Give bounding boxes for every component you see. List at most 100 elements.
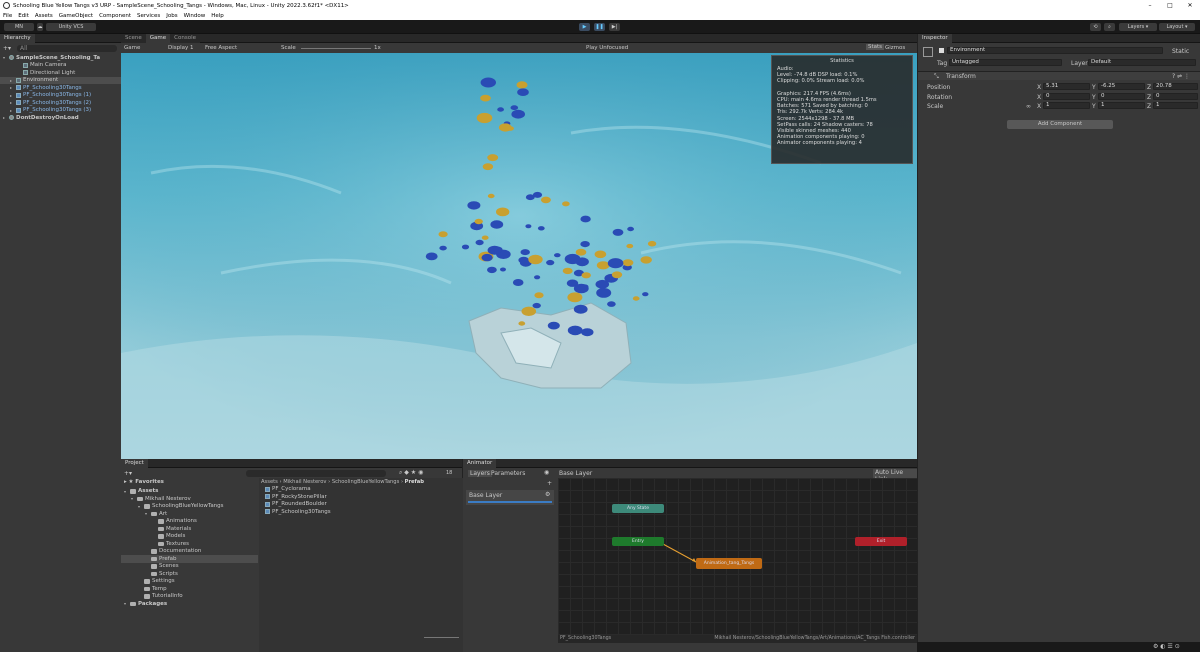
rotation-x-field[interactable]: 0 <box>1043 93 1090 100</box>
menu-edit[interactable]: Edit <box>18 13 29 19</box>
static-toggle[interactable]: Static <box>1172 48 1189 55</box>
object-name-field[interactable]: Environment <box>947 47 1163 54</box>
position-x-field[interactable]: 5.31 <box>1043 83 1090 90</box>
transform-header[interactable]: ⤡ Transform ? ⇌ ⋮ <box>918 71 1200 80</box>
gizmos-dropdown[interactable]: Gizmos <box>885 45 905 51</box>
tab-hierarchy[interactable]: Hierarchy <box>0 33 35 43</box>
add-layer-icon[interactable]: + <box>547 480 552 487</box>
filter-icons[interactable]: ⌕ ◆ ★ ◉ <box>399 469 423 477</box>
close-button[interactable]: ✕ <box>1180 2 1200 9</box>
link-scale-icon[interactable]: ∞ <box>1026 103 1031 110</box>
pause-button[interactable]: ❚❚ <box>594 23 605 31</box>
scale-slider[interactable] <box>301 47 371 49</box>
status-icons[interactable]: ⚙ ◐ ☰ ⊙ <box>1153 643 1180 650</box>
add-component-button[interactable]: Add Component <box>1007 120 1113 129</box>
position-z-field[interactable]: 20.78 <box>1153 83 1198 90</box>
hierarchy-item[interactable]: ▸ PF_Schooling30Tangs <box>0 84 121 92</box>
eye-icon[interactable]: ◉ <box>544 469 549 476</box>
rotation-z-field[interactable]: 0 <box>1153 93 1198 100</box>
create-icon[interactable]: +▾ <box>124 470 132 477</box>
menu-component[interactable]: Component <box>99 13 131 19</box>
project-folder-item[interactable]: Models <box>121 533 258 541</box>
tag-dropdown[interactable]: Untagged <box>949 59 1062 66</box>
step-button[interactable]: ▶| <box>609 23 620 31</box>
crumb-package[interactable]: SchoolingBlueYellowTangs <box>332 479 399 485</box>
hierarchy-item[interactable]: ▸ PF_Schooling30Tangs (3) <box>0 107 121 115</box>
menu-help[interactable]: Help <box>211 13 224 19</box>
project-folder-item[interactable]: Scripts <box>121 570 258 578</box>
icon-size-slider[interactable] <box>424 637 459 638</box>
project-folder-item[interactable]: Prefab <box>121 555 258 563</box>
hierarchy-item[interactable]: ▸ PF_Schooling30Tangs (1) <box>0 92 121 100</box>
game-mode-dropdown[interactable]: Game <box>124 45 140 51</box>
project-folder-item[interactable]: Animations <box>121 518 258 526</box>
favorites-item[interactable]: ▸ ★ Favorites <box>121 478 258 486</box>
account-button[interactable]: MN <box>4 23 34 31</box>
hierarchy-item[interactable]: ▸ Environment <box>0 76 121 84</box>
project-folder-item[interactable]: ▾ Art <box>121 510 258 518</box>
history-icon[interactable]: ⟲ <box>1090 23 1101 31</box>
component-menu-icon[interactable]: ? ⇌ ⋮ <box>1172 73 1190 80</box>
tab-project[interactable]: Project <box>121 458 148 468</box>
layout-dropdown[interactable]: Layout ▾ <box>1159 23 1195 31</box>
hierarchy-item[interactable]: Main Camera <box>0 62 121 70</box>
project-folder-item[interactable]: Documentation <box>121 548 258 556</box>
menu-window[interactable]: Window <box>184 13 206 19</box>
state-machine-graph[interactable]: Any State Entry Exit Animation_tang_Tang… <box>558 478 917 635</box>
menu-jobs[interactable]: Jobs <box>166 13 177 19</box>
menu-services[interactable]: Services <box>137 13 160 19</box>
file-item[interactable]: PF_RockyStonePillar <box>259 493 463 501</box>
crumb-assets[interactable]: Assets <box>261 479 278 485</box>
search-icon[interactable]: ⌕ <box>1104 23 1115 31</box>
project-folder-item[interactable]: ▾ Assets <box>121 488 258 496</box>
menu-file[interactable]: File <box>3 13 12 19</box>
scale-z-field[interactable]: 1 <box>1153 102 1198 109</box>
play-button[interactable]: ▶ <box>579 23 590 31</box>
crumb-prefab[interactable]: Prefab <box>405 479 424 485</box>
crumb-author[interactable]: Mikhail Nesterov <box>283 479 326 485</box>
parameters-tab[interactable]: Parameters <box>491 470 525 477</box>
menu-gameobject[interactable]: GameObject <box>59 13 93 19</box>
project-folder-item[interactable]: Settings <box>121 578 258 586</box>
stats-button[interactable]: Stats <box>866 44 885 50</box>
project-folder-item[interactable]: ▾ Mikhail Nesterov <box>121 495 258 503</box>
game-viewport[interactable]: Statistics Audio: Level: -74.8 dB DSP loa… <box>121 53 917 459</box>
file-item[interactable]: PF_Cyclorama <box>259 486 463 494</box>
project-folder-item[interactable]: ▾ Packages <box>121 600 258 608</box>
maximize-button[interactable]: □ <box>1160 2 1180 9</box>
menu-assets[interactable]: Assets <box>35 13 53 19</box>
hierarchy-item[interactable]: ▸ DontDestroyOnLoad <box>0 114 121 122</box>
exit-node[interactable]: Exit <box>855 537 907 546</box>
minimize-button[interactable]: – <box>1140 2 1160 9</box>
project-folder-item[interactable]: Temp <box>121 585 258 593</box>
tab-scene[interactable]: Scene <box>121 33 146 43</box>
cloud-icon[interactable]: ☁ <box>37 23 43 31</box>
tab-animator[interactable]: Animator <box>463 458 497 468</box>
tab-inspector[interactable]: Inspector <box>918 33 952 43</box>
entry-node[interactable]: Entry <box>612 537 664 546</box>
layer-dropdown[interactable]: Default <box>1088 59 1196 66</box>
vcs-button[interactable]: Unity VCS <box>46 23 96 31</box>
project-folder-item[interactable]: Materials <box>121 525 258 533</box>
project-folder-item[interactable]: Scenes <box>121 563 258 571</box>
add-icon[interactable]: +▾ <box>3 45 11 52</box>
play-focus-dropdown[interactable]: Play Unfocused <box>586 45 628 51</box>
layers-dropdown[interactable]: Layers ▾ <box>1119 23 1157 31</box>
layer-settings-icon[interactable]: ⚙ <box>545 491 550 498</box>
hierarchy-search-input[interactable]: All <box>17 44 118 52</box>
project-folder-item[interactable]: Textures <box>121 540 258 548</box>
project-search-input[interactable] <box>246 469 386 477</box>
tab-game[interactable]: Game <box>145 33 171 43</box>
display-dropdown[interactable]: Display 1 <box>168 45 194 51</box>
base-layer-item[interactable]: Base Layer ⚙ <box>466 490 554 505</box>
file-item[interactable]: PF_RoundedBoulder <box>259 501 463 509</box>
aspect-dropdown[interactable]: Free Aspect <box>205 45 237 51</box>
tab-console[interactable]: Console <box>170 33 200 43</box>
project-folder-item[interactable]: ▾ SchoolingBlueYellowTangs <box>121 503 258 511</box>
default-state-node[interactable]: Animation_tang_Tangs <box>696 558 762 569</box>
hierarchy-item[interactable]: Directional Light <box>0 69 121 77</box>
hierarchy-item[interactable]: ▸ PF_Schooling30Tangs (2) <box>0 99 121 107</box>
scale-y-field[interactable]: 1 <box>1098 102 1145 109</box>
any-state-node[interactable]: Any State <box>612 504 664 513</box>
scale-x-field[interactable]: 1 <box>1043 102 1090 109</box>
